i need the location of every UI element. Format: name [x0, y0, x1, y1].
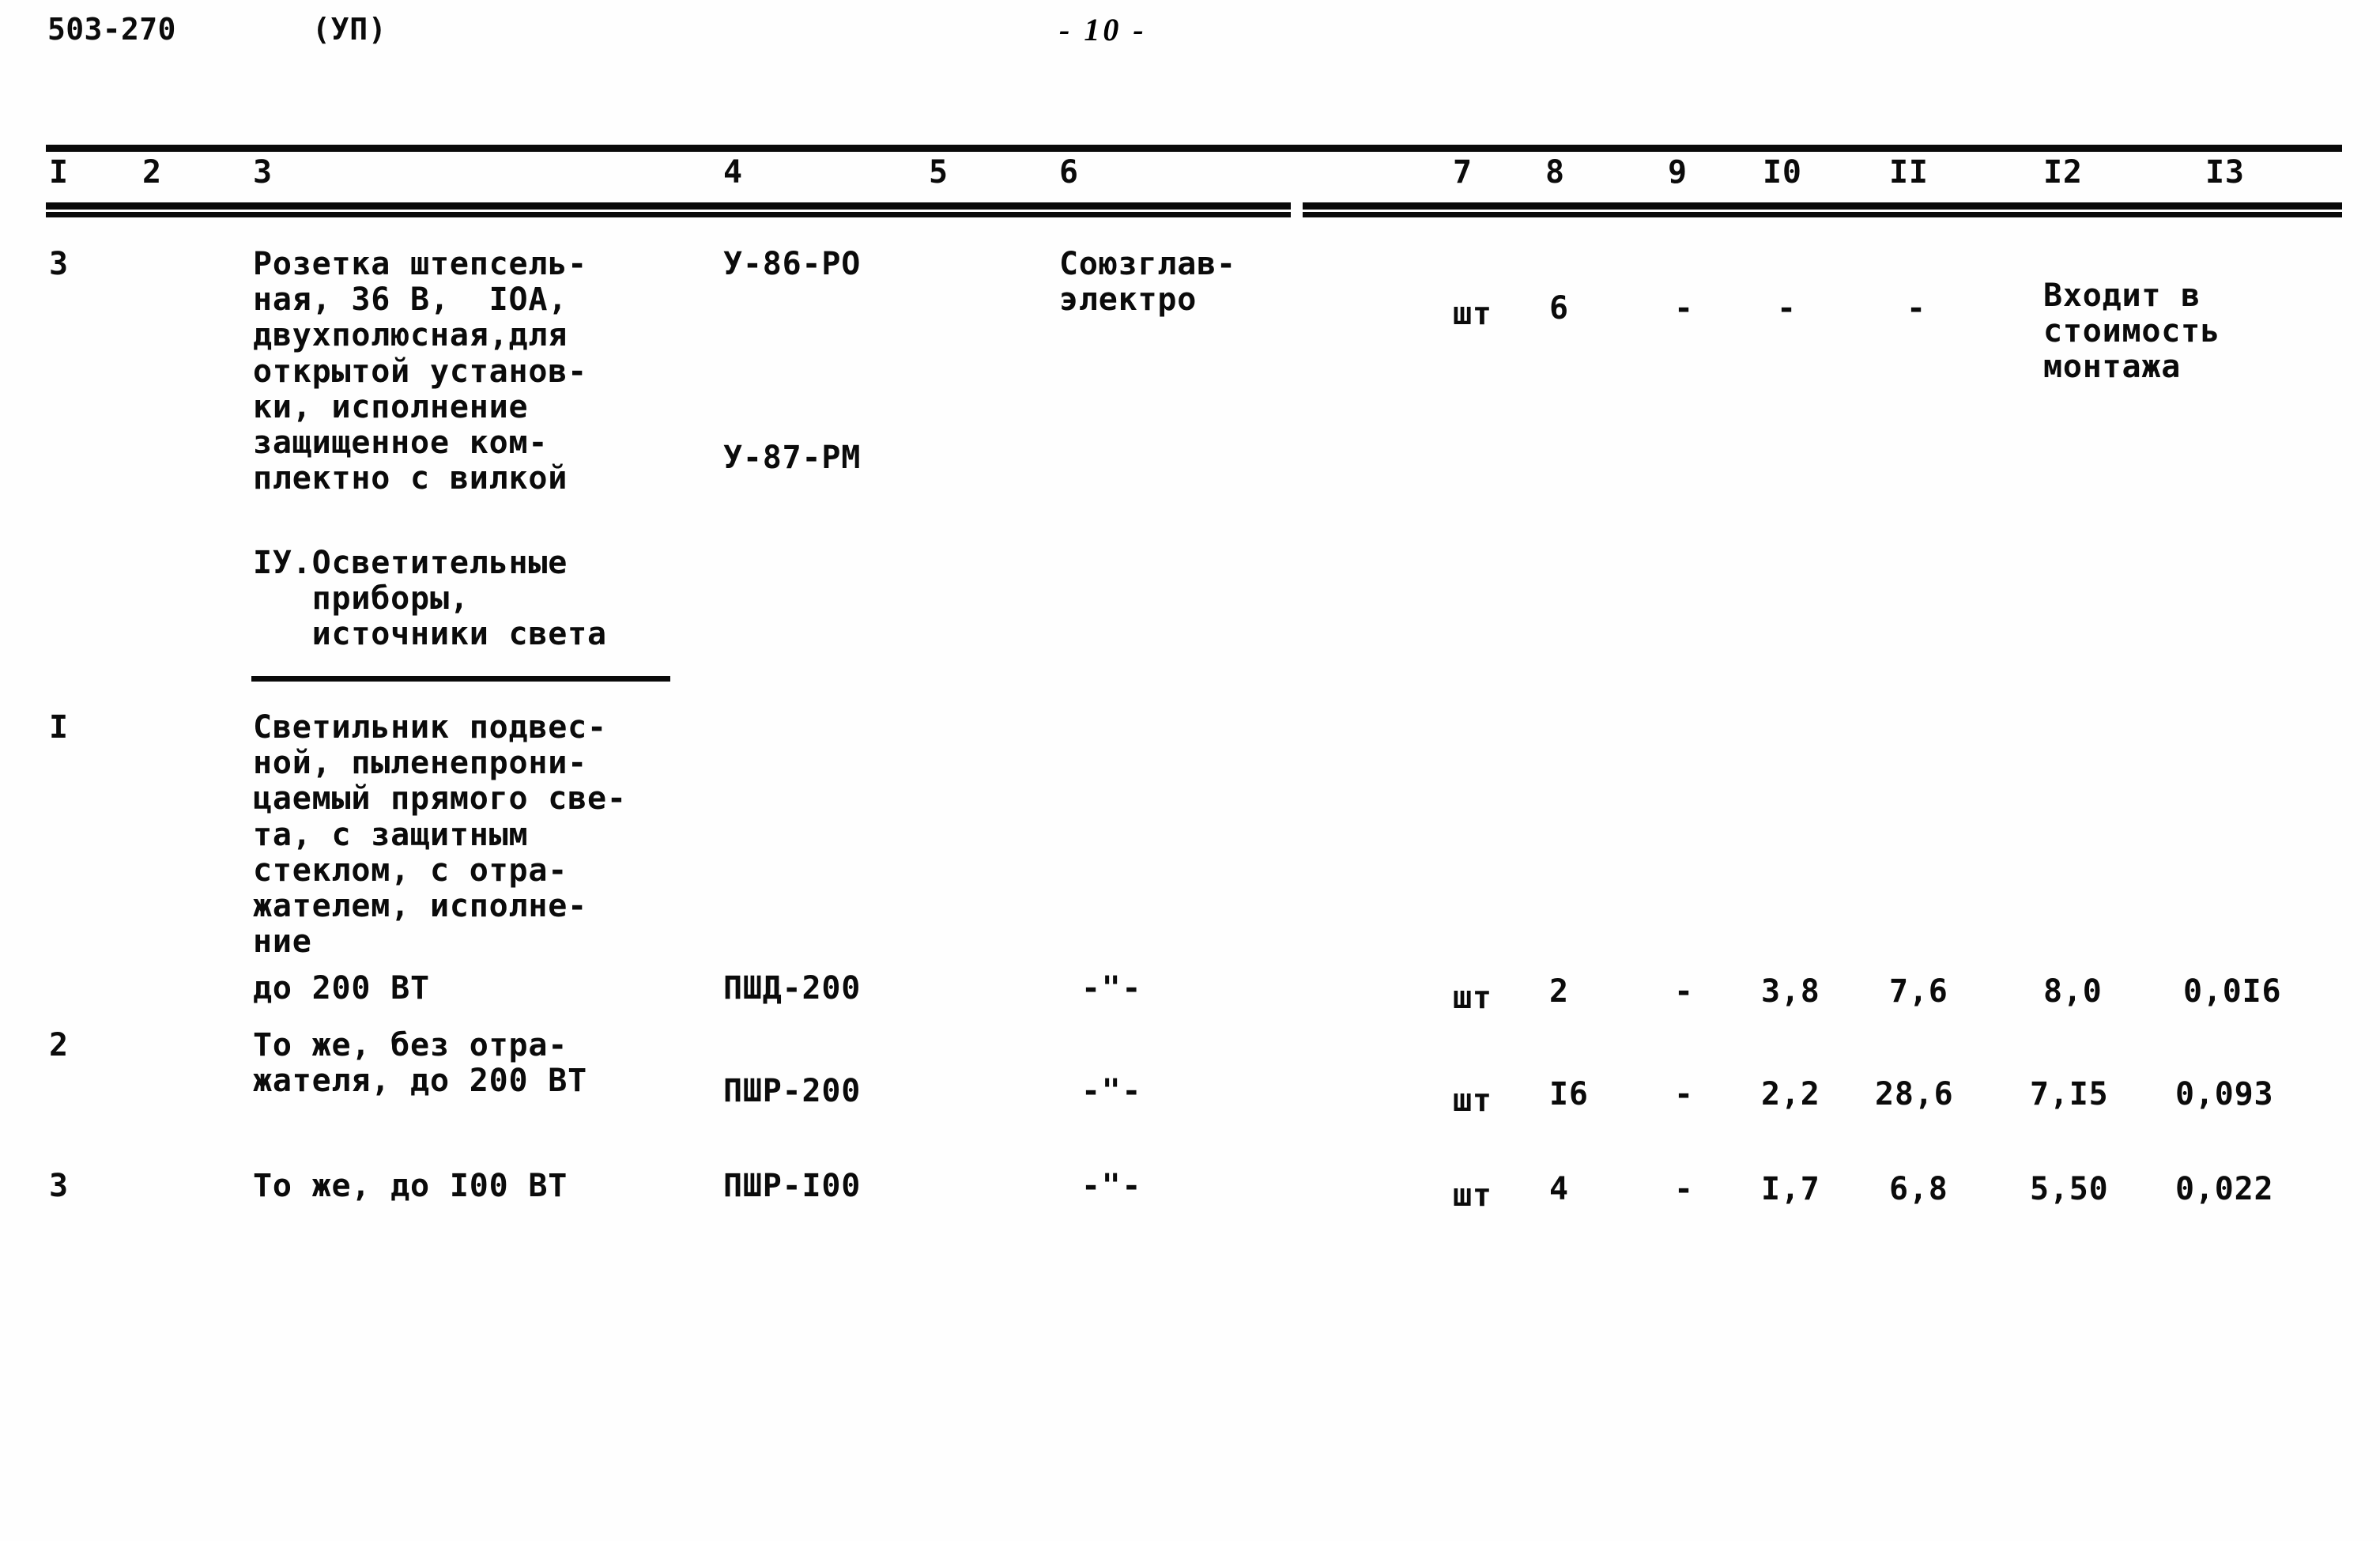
table-row-unit: шт	[1453, 1082, 1492, 1119]
table-row-col11: -	[1907, 290, 1926, 327]
table-row-type-code: ПШР-I00	[723, 1168, 862, 1204]
table-row-supplier: -"-	[1081, 970, 1143, 1007]
table-row-description: Светильник подвес- ной, пыленепрони- цае…	[253, 709, 627, 961]
table-row-col11: 7,6	[1889, 973, 1948, 1010]
section-heading-rule	[251, 676, 670, 682]
column-header-6: 6	[1059, 154, 1079, 191]
header-separator-rule-right	[1303, 202, 2342, 210]
table-row-quantity: 2	[1549, 973, 1569, 1010]
table-row-type-code-secondary: У-87-РМ	[723, 440, 862, 476]
column-header-8: 8	[1545, 154, 1565, 191]
table-row-type-code: У-86-РО	[723, 246, 862, 282]
section-heading: IУ.Осветительные приборы, источники свет…	[253, 545, 607, 653]
column-header-5: 5	[929, 154, 949, 191]
table-row-number: 3	[49, 1168, 69, 1204]
table-row-col10: 2,2	[1761, 1076, 1820, 1112]
table-row-supplier: -"-	[1081, 1073, 1143, 1109]
table-row-col11: 6,8	[1889, 1171, 1948, 1207]
column-header-2: 2	[142, 154, 162, 191]
table-row-supplier: -"-	[1081, 1168, 1143, 1204]
table-row-col13: 0,022	[2175, 1171, 2274, 1207]
header-underline-left	[46, 212, 1291, 217]
table-row-number: I	[49, 709, 69, 746]
table-row-col9: -	[1674, 1076, 1694, 1112]
table-row-col9: -	[1674, 290, 1694, 327]
column-header-7: 7	[1453, 154, 1473, 191]
table-row-description: То же, до I00 ВТ	[253, 1168, 568, 1204]
page-number: - 10 -	[1059, 12, 1147, 47]
table-row-col12: 7,I5	[2030, 1076, 2109, 1112]
table-row-description: То же, без отра- жателя, до 200 ВТ	[253, 1027, 587, 1100]
table-row-subline: до 200 ВТ	[253, 970, 430, 1007]
table-top-rule	[46, 145, 2342, 152]
table-row-col9: -	[1674, 1171, 1694, 1207]
table-row-col10: -	[1777, 290, 1797, 327]
table-row-col13: 0,0I6	[2183, 973, 2282, 1010]
column-header-1: I	[49, 154, 69, 191]
table-row-quantity: 6	[1549, 290, 1569, 327]
table-row-quantity: I6	[1549, 1076, 1589, 1112]
column-header-4: 4	[723, 154, 743, 191]
table-row-unit: шт	[1453, 1177, 1492, 1214]
header-separator-rule-left	[46, 202, 1291, 210]
table-row-number: 2	[49, 1027, 69, 1063]
table-row-number: 3	[49, 246, 69, 282]
table-row-type-code: ПШР-200	[723, 1073, 862, 1109]
table-row-col11: 28,6	[1875, 1076, 1954, 1112]
table-row-description: Розетка штепсель- ная, 36 В, IОА, двухпо…	[253, 246, 587, 497]
table-row-supplier: Союзглав- электро	[1059, 246, 1236, 319]
table-row-col12-note: Входит в стоимость монтажа	[2043, 278, 2220, 386]
table-row-col10: I,7	[1761, 1171, 1820, 1207]
table-row-type-code: ПШД-200	[723, 970, 862, 1007]
document-series: (УП)	[312, 12, 387, 47]
table-row-col12: 8,0	[2043, 973, 2103, 1010]
document-code: 503-270	[47, 12, 176, 47]
table-row-col9: -	[1674, 973, 1694, 1010]
column-header-3: 3	[253, 154, 273, 191]
table-row-col12: 5,50	[2030, 1171, 2109, 1207]
header-underline-right	[1303, 212, 2342, 217]
table-row-col13: 0,093	[2175, 1076, 2274, 1112]
table-row-col10: 3,8	[1761, 973, 1820, 1010]
table-row-quantity: 4	[1549, 1171, 1569, 1207]
table-row-unit: шт	[1453, 980, 1492, 1016]
column-header-13: I3	[2205, 154, 2245, 191]
column-header-11: II	[1889, 154, 1929, 191]
document-page: 503-270 (УП) - 10 - I 2 3 4 5 6 7 8 9 I0…	[0, 0, 2380, 1541]
column-header-10: I0	[1763, 154, 1802, 191]
table-row-unit: шт	[1453, 296, 1492, 332]
column-header-12: I2	[2043, 154, 2083, 191]
column-header-9: 9	[1668, 154, 1688, 191]
